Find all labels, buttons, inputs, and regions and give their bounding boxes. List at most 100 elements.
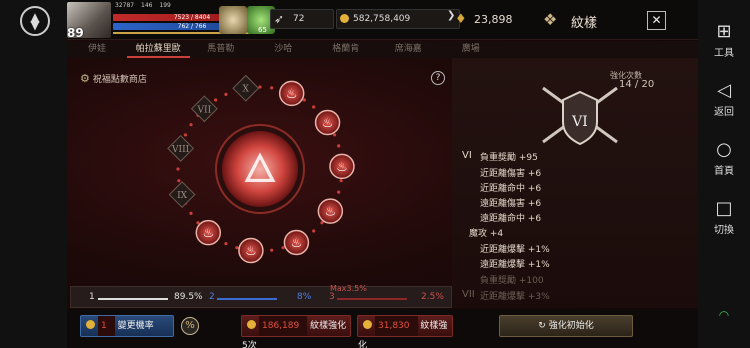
grid-icon: ⊞ xyxy=(716,21,732,42)
tools-button[interactable]: ⊞ 工具 xyxy=(714,21,734,60)
path-dot xyxy=(235,246,239,250)
stat-power: 32787 xyxy=(115,2,135,9)
gold-cost-icon xyxy=(247,320,256,329)
next-stat-line: 近距離爆擊 +3% xyxy=(480,292,550,302)
flame-icon: ♨ xyxy=(202,226,214,241)
rate1-label: 1 xyxy=(89,292,95,302)
probability-bar: 1 89.5% 2 8% 3 2.5% xyxy=(70,286,452,308)
path-dot xyxy=(224,92,228,97)
buff-potion-icon[interactable] xyxy=(219,6,247,34)
path-dot xyxy=(332,133,337,137)
gold-cost-icon xyxy=(363,320,372,329)
feather-value: 72 xyxy=(293,14,305,24)
switch-label: 切換 xyxy=(714,225,734,236)
path-dot xyxy=(281,246,285,250)
rate2-fill xyxy=(217,298,277,300)
flame-slot[interactable]: ♨ xyxy=(278,80,305,107)
gold-value: 582,758,409 xyxy=(353,14,411,24)
path-dot xyxy=(214,98,218,102)
slot-roman: X xyxy=(243,85,250,95)
home-label: 首頁 xyxy=(714,166,734,177)
grade-crest: VI xyxy=(542,86,618,146)
flame-slot[interactable]: ♨ xyxy=(283,229,310,256)
gold-coin-icon xyxy=(340,14,349,23)
back-triangle-icon: ◁ xyxy=(717,80,731,101)
rate3-label: 3 xyxy=(329,292,335,302)
path-dot xyxy=(312,105,316,109)
tab-paagrio[interactable]: 帕拉蘇里歐 xyxy=(127,41,190,58)
locked-slot[interactable]: VII xyxy=(190,95,218,123)
path-dot xyxy=(189,211,193,215)
flame-icon: ♨ xyxy=(325,205,337,220)
wifi-icon: ◠ xyxy=(718,308,730,322)
rate3-fill xyxy=(337,298,407,300)
flame-slot[interactable]: ♨ xyxy=(317,198,344,224)
path-dot xyxy=(270,248,274,252)
close-button[interactable]: ✕ xyxy=(647,11,666,30)
tab-eva[interactable]: 伊娃 xyxy=(67,41,127,58)
back-button[interactable]: ◁ 返回 xyxy=(714,80,734,119)
top-hud: 89 32787 146 199 7523 / 8404 762 / 766 6… xyxy=(67,0,698,40)
tab-shilen[interactable]: 沙哈 xyxy=(252,41,315,58)
flame-icon: ♨ xyxy=(245,244,257,259)
flame-icon: ♨ xyxy=(322,116,334,131)
locked-slot[interactable]: VIII xyxy=(167,134,195,162)
path-dot xyxy=(339,179,343,183)
reset-icon: ↻ xyxy=(538,321,549,331)
scroll-toggle-icon[interactable]: ▲ ▼ xyxy=(20,6,50,36)
flame-slot[interactable]: ♨ xyxy=(195,219,222,246)
phoenix-icon: 🜂 xyxy=(243,146,278,192)
page-title: 紋樣 xyxy=(571,16,598,31)
right-system-rail: ⊞ 工具 ◁ 返回 ○ 首頁 □ 切換 ◠ xyxy=(698,0,750,348)
rate1-value: 89.5% xyxy=(174,292,203,302)
stat-resist: 199 xyxy=(159,2,171,9)
feather-icon: ➶ xyxy=(274,12,285,26)
tab-gran-kain[interactable]: 格蘭肯 xyxy=(315,41,378,58)
path-dot xyxy=(189,123,193,127)
gem-cost-icon xyxy=(86,320,95,329)
rate2-value: 8% xyxy=(297,292,312,302)
tab-sea[interactable]: 席海嘉 xyxy=(377,41,440,58)
enhance-button[interactable]: 31,830 紋樣強化 xyxy=(357,315,453,348)
max-rate-note: Max3.5% xyxy=(330,284,367,293)
flame-icon: ♨ xyxy=(286,87,298,102)
reset-button-label: 強化初始化 xyxy=(548,321,594,331)
player-avatar[interactable]: 89 xyxy=(67,2,111,40)
home-circle-icon: ○ xyxy=(716,139,732,160)
next-grade-roman: VII xyxy=(462,289,475,300)
pattern-emblem-icon: ❖ xyxy=(543,10,558,29)
enhance-5x-button[interactable]: 186,189 紋樣強化5次 xyxy=(241,315,351,348)
flame-slot[interactable]: ♨ xyxy=(329,153,355,180)
path-dot xyxy=(337,190,341,194)
flame-icon: ♨ xyxy=(291,236,303,251)
stat-line: 近距離命中 +6 xyxy=(480,184,542,194)
rate3-value: 2.5% xyxy=(421,292,444,302)
locked-slot[interactable]: X xyxy=(232,74,260,102)
slot-roman: VIII xyxy=(171,145,190,155)
player-level: 89 xyxy=(67,26,84,40)
slot-roman: VII xyxy=(197,105,212,115)
tab-plaza[interactable]: 廣場 xyxy=(440,41,503,58)
shop-link-label: 祝福點數商店 xyxy=(92,75,147,85)
game-window: 89 32787 146 199 7523 / 8404 762 / 766 6… xyxy=(67,0,698,348)
buff-count: 65 xyxy=(258,26,267,34)
tab-maphr[interactable]: 馬普勒 xyxy=(190,41,253,58)
locked-slot[interactable]: IX xyxy=(168,181,196,209)
rate1-fill xyxy=(98,298,168,300)
switch-button[interactable]: □ 切換 xyxy=(714,199,734,237)
help-icon[interactable]: ? xyxy=(431,71,445,85)
reset-enhancement-button[interactable]: ↻ 強化初始化 xyxy=(499,315,633,337)
path-dot xyxy=(224,241,228,246)
stat-line: 魔攻 +4 xyxy=(469,229,504,239)
flame-slot[interactable]: ♨ xyxy=(314,109,341,136)
home-button[interactable]: ○ 首頁 xyxy=(714,139,734,178)
flame-slot[interactable]: ♨ xyxy=(238,237,264,264)
blessing-shop-link[interactable]: ⚙ 祝福點數商店 xyxy=(80,72,147,85)
discount-button[interactable]: % xyxy=(181,317,199,335)
path-dot xyxy=(312,229,316,233)
rate2-label: 2 xyxy=(209,292,215,302)
stat-line: 遠距離爆擊 +1% xyxy=(480,260,550,270)
stat-grade-roman: VI xyxy=(462,150,472,161)
prob-cost: 1 xyxy=(101,321,107,331)
change-probability-button[interactable]: 1 變更機率 xyxy=(80,315,174,337)
